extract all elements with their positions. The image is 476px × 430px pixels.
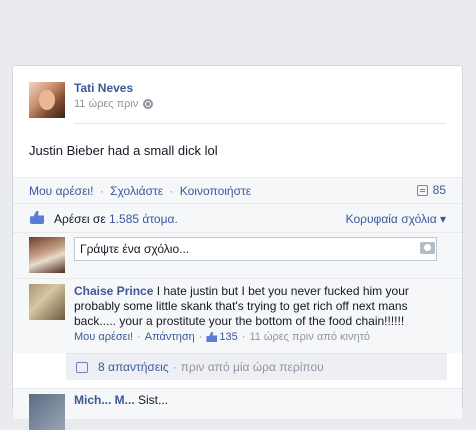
post-meta: 11 ώρες πριν bbox=[74, 98, 154, 110]
comment-body: Mich... M... Sist... bbox=[74, 393, 168, 407]
commenter-avatar[interactable] bbox=[29, 394, 65, 430]
replies-row: 8 απαντήσεις · πριν από μία ώρα περίπου bbox=[66, 353, 447, 380]
likes-count-link[interactable]: 1.585 άτομα. bbox=[109, 212, 178, 226]
commenter-avatar[interactable] bbox=[29, 284, 65, 320]
comment-like-button[interactable]: Μου αρέσει! bbox=[74, 331, 133, 343]
likes-prefix: Αρέσει σε bbox=[54, 212, 106, 226]
comment-count-value: 85 bbox=[432, 183, 446, 197]
camera-icon[interactable] bbox=[420, 242, 435, 254]
globe-icon[interactable] bbox=[143, 99, 154, 109]
commenter-name-link[interactable]: Chaise Prince bbox=[74, 284, 153, 298]
top-comments-dropdown[interactable]: Κορυφαία σχόλια ▾ bbox=[346, 212, 446, 226]
separator: · bbox=[172, 360, 177, 374]
comment-count[interactable]: 85 bbox=[416, 183, 446, 197]
divider bbox=[74, 123, 446, 124]
view-replies-link[interactable]: 8 απαντήσεις bbox=[98, 360, 169, 374]
comment-text: Sist... bbox=[138, 393, 169, 407]
comment-likes-count[interactable]: 135 bbox=[219, 331, 237, 343]
separator: · bbox=[99, 184, 104, 198]
comment-body: Chaise Prince I hate justin but I bet yo… bbox=[74, 284, 446, 329]
comment-input[interactable] bbox=[74, 237, 437, 261]
commenter-name-link[interactable]: Mich... M... bbox=[74, 393, 135, 407]
post-author-link[interactable]: Tati Neves bbox=[74, 81, 133, 95]
separator: · bbox=[169, 184, 174, 198]
separator: · bbox=[241, 331, 246, 343]
comment-composer bbox=[13, 232, 462, 278]
comment-reply-button[interactable]: Απάντηση bbox=[145, 331, 195, 343]
post-text: Justin Bieber had a small dick lol bbox=[29, 143, 218, 158]
comment-icon bbox=[416, 184, 428, 196]
comment-item: Mich... M... Sist... bbox=[13, 388, 462, 430]
likes-summary: Αρέσει σε 1.585 άτομα. bbox=[54, 212, 178, 226]
comment-item: Chaise Prince I hate justin but I bet yo… bbox=[13, 278, 462, 353]
post-card: Tati Neves 11 ώρες πριν Justin Bieber ha… bbox=[12, 65, 463, 430]
comment-actions: Μου αρέσει! · Απάντηση · 135 · 11 ώρες π… bbox=[74, 331, 370, 343]
likes-row: Αρέσει σε 1.585 άτομα. Κορυφαία σχόλια ▾ bbox=[13, 203, 462, 232]
separator: · bbox=[198, 331, 203, 343]
post-actions-bar: Μου αρέσει! · Σχολιάστε · Κοινοποιήστε 8… bbox=[13, 177, 462, 203]
like-button[interactable]: Μου αρέσει! bbox=[29, 184, 93, 198]
author-avatar[interactable] bbox=[29, 82, 65, 118]
separator: · bbox=[137, 331, 141, 343]
post-timestamp[interactable]: 11 ώρες πριν bbox=[74, 98, 138, 110]
thumbs-up-icon bbox=[30, 211, 44, 224]
comment-timestamp[interactable]: 11 ώρες πριν από κινητό bbox=[249, 331, 370, 343]
post-action-links: Μου αρέσει! · Σχολιάστε · Κοινοποιήστε bbox=[29, 184, 251, 198]
thumbs-up-icon bbox=[206, 332, 218, 342]
replies-timestamp: πριν από μία ώρα περίπου bbox=[180, 360, 324, 374]
reply-icon bbox=[76, 361, 88, 373]
current-user-avatar bbox=[29, 237, 65, 273]
comment-button[interactable]: Σχολιάστε bbox=[110, 184, 163, 198]
share-button[interactable]: Κοινοποιήστε bbox=[180, 184, 251, 198]
